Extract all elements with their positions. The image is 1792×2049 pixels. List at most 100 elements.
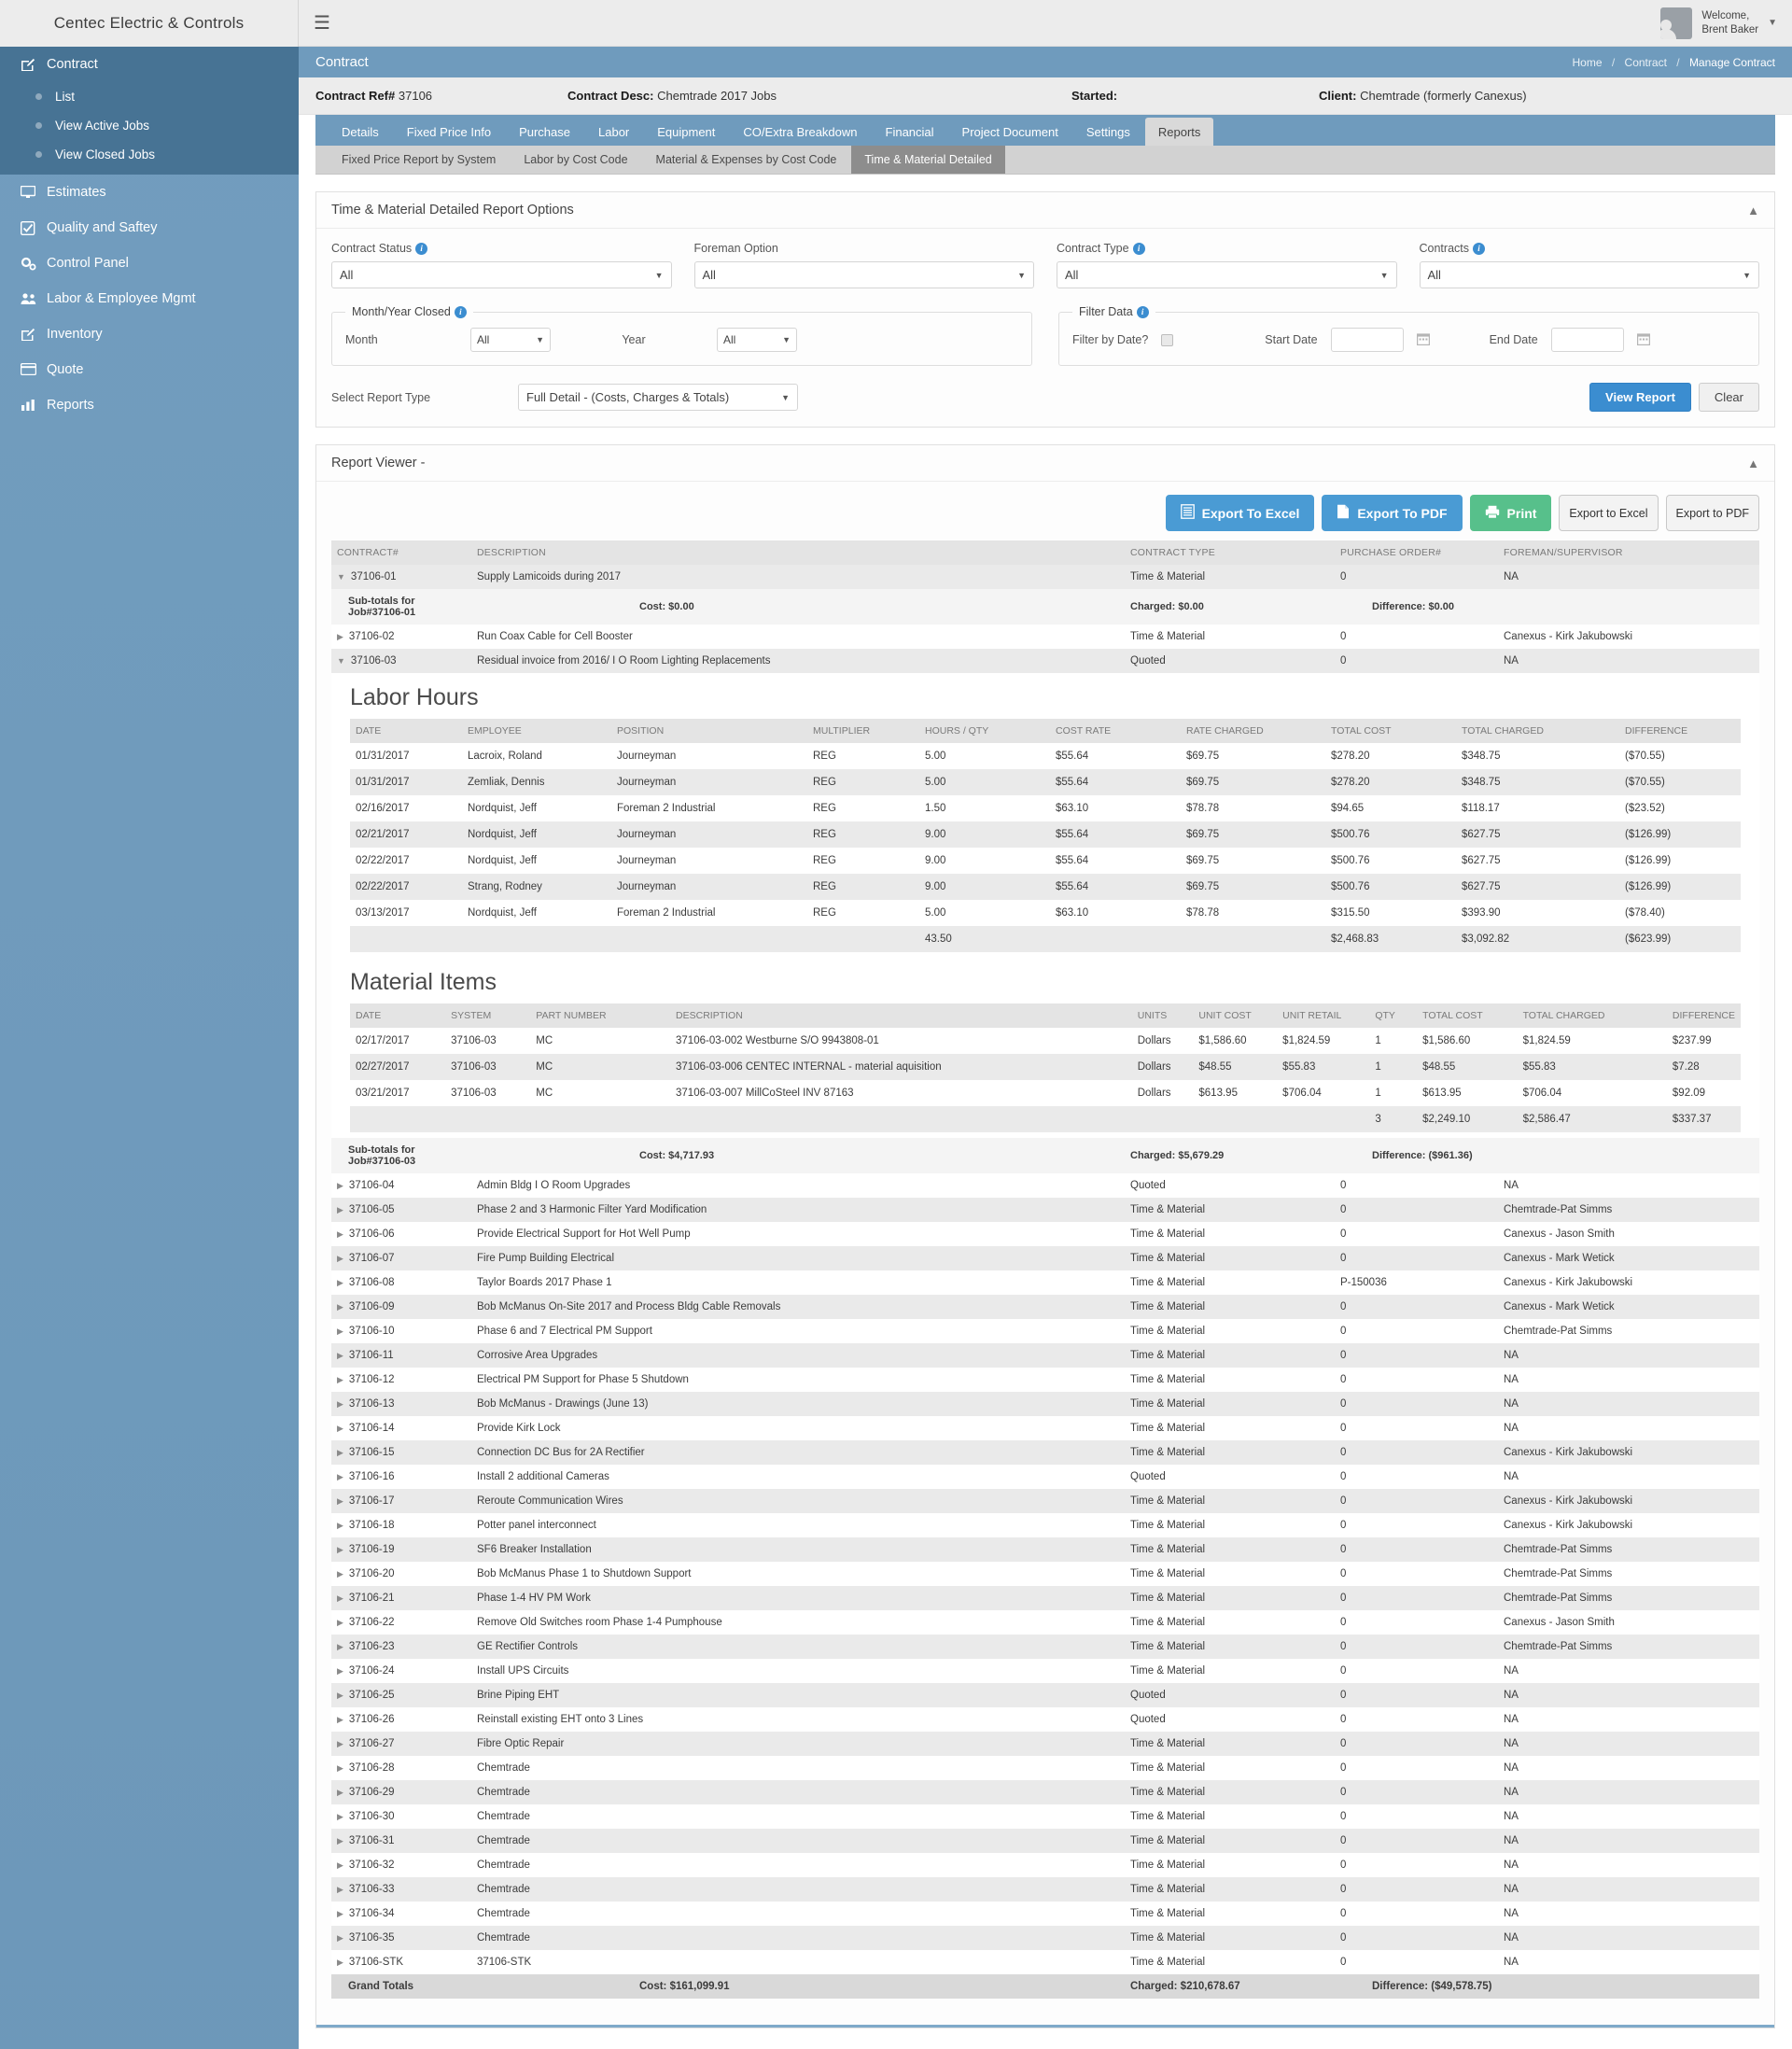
expander-right-icon[interactable]: ▶ (337, 1666, 343, 1676)
expander-right-icon[interactable]: ▶ (337, 1618, 343, 1627)
expander-right-icon[interactable]: ▶ (337, 1472, 343, 1481)
info-icon[interactable]: i (1132, 242, 1145, 255)
sidebar-item-reports[interactable]: Reports (0, 387, 299, 423)
expander-right-icon[interactable]: ▶ (337, 1763, 343, 1773)
table-row[interactable]: ▶ 37106-07 Fire Pump Building Electrical Ti… (331, 1246, 1759, 1270)
calendar-icon[interactable] (1636, 332, 1650, 348)
expander-right-icon[interactable]: ▶ (337, 1181, 343, 1190)
table-row[interactable]: ▶ 37106-15 Connection DC Bus for 2A Rectif… (331, 1440, 1759, 1465)
table-row[interactable]: ▶ 37106-25 Brine Piping EHT Quoted 0 NA (331, 1683, 1759, 1707)
table-row[interactable]: ▶ 37106-30 Chemtrade Time & Material 0 NA (331, 1804, 1759, 1829)
contract-status-select[interactable]: All ▼ (331, 261, 672, 288)
table-row[interactable]: ▶ 37106-19 SF6 Breaker Installation Time & … (331, 1537, 1759, 1562)
table-row[interactable]: ▼ 37106-03 Residual invoice from 2016/ I O… (331, 649, 1759, 673)
table-row[interactable]: ▶ 37106-18 Potter panel interconnect Time &… (331, 1513, 1759, 1537)
expander-right-icon[interactable]: ▶ (337, 1375, 343, 1384)
expander-right-icon[interactable]: ▶ (337, 1569, 343, 1579)
expander-right-icon[interactable]: ▶ (337, 1496, 343, 1506)
sidebar-item-inventory[interactable]: Inventory (0, 316, 299, 352)
info-icon[interactable]: i (1473, 242, 1485, 255)
expander-right-icon[interactable]: ▶ (337, 1424, 343, 1433)
foreman-option-select[interactable]: All ▼ (693, 261, 1034, 288)
user-menu[interactable]: Welcome, Brent Baker ▼ (1660, 7, 1792, 39)
expander-right-icon[interactable]: ▶ (337, 1715, 343, 1724)
table-row[interactable]: ▶ 37106-10 Phase 6 and 7 Electrical PM Sup… (331, 1319, 1759, 1343)
expander-right-icon[interactable]: ▶ (337, 1205, 343, 1214)
expander-right-icon[interactable]: ▶ (337, 1933, 343, 1943)
contracts-select[interactable]: All ▼ (1419, 261, 1759, 288)
sidebar-item-view-closed-jobs[interactable]: View Closed Jobs (0, 140, 299, 169)
expander-right-icon[interactable]: ▶ (337, 1278, 343, 1287)
subtab-material-expenses-by-cost-code[interactable]: Material & Expenses by Cost Code (643, 146, 850, 174)
table-row[interactable]: ▶ 37106-02 Run Coax Cable for Cell Booster… (331, 625, 1759, 649)
hamburger-icon[interactable]: ☰ (314, 14, 330, 33)
expander-right-icon[interactable]: ▶ (337, 1909, 343, 1918)
expander-right-icon[interactable]: ▶ (337, 1326, 343, 1336)
expander-down-icon[interactable]: ▼ (337, 572, 345, 582)
expander-right-icon[interactable]: ▶ (337, 632, 343, 641)
tab-financial[interactable]: Financial (873, 118, 947, 146)
tab-settings[interactable]: Settings (1073, 118, 1143, 146)
table-row[interactable]: ▶ 37106-27 Fibre Optic Repair Time & Materi… (331, 1732, 1759, 1756)
table-row[interactable]: ▶ 37106-08 Taylor Boards 2017 Phase 1 Time … (331, 1270, 1759, 1295)
sidebar-item-quote[interactable]: Quote (0, 352, 299, 387)
expander-right-icon[interactable]: ▶ (337, 1788, 343, 1797)
clear-button[interactable]: Clear (1698, 383, 1759, 412)
filter-by-date-checkbox[interactable] (1161, 333, 1174, 346)
info-icon[interactable]: i (454, 305, 467, 318)
calendar-icon[interactable] (1416, 332, 1430, 348)
sidebar-item-labor-employee-mgmt[interactable]: Labor & Employee Mgmt (0, 281, 299, 316)
table-row[interactable]: ▶ 37106-04 Admin Bldg I O Room Upgrades Quo… (331, 1173, 1759, 1198)
expander-right-icon[interactable]: ▶ (337, 1448, 343, 1457)
expander-right-icon[interactable]: ▶ (337, 1642, 343, 1651)
tab-details[interactable]: Details (329, 118, 392, 146)
tab-equipment[interactable]: Equipment (644, 118, 728, 146)
table-row[interactable]: ▶ 37106-24 Install UPS Circuits Time & Mate… (331, 1659, 1759, 1683)
collapse-chevron-up-icon[interactable]: ▲ (1747, 203, 1759, 218)
table-row[interactable]: ▶ 37106-17 Reroute Communication Wires Time… (331, 1489, 1759, 1513)
table-row[interactable]: ▶ 37106-28 Chemtrade Time & Material 0 NA (331, 1756, 1759, 1780)
tab-labor[interactable]: Labor (585, 118, 642, 146)
export-to-pdf-plain-button[interactable]: Export to PDF (1665, 495, 1759, 531)
expander-right-icon[interactable]: ▶ (337, 1521, 343, 1530)
export-to-pdf-button[interactable]: Export To PDF (1322, 495, 1463, 531)
sidebar-item-contract[interactable]: Contract (0, 47, 299, 82)
table-row[interactable]: ▶ 37106-STK 37106-STK Time & Material 0 NA (331, 1950, 1759, 1974)
tab-project-document[interactable]: Project Document (949, 118, 1071, 146)
table-row[interactable]: ▶ 37106-35 Chemtrade Time & Material 0 NA (331, 1926, 1759, 1950)
tab-purchase[interactable]: Purchase (506, 118, 583, 146)
month-select[interactable]: All ▼ (470, 328, 551, 352)
contract-type-select[interactable]: All ▼ (1057, 261, 1397, 288)
chevron-down-icon[interactable]: ▼ (1768, 18, 1777, 28)
tab-co-extra-breakdown[interactable]: CO/Extra Breakdown (730, 118, 870, 146)
expander-right-icon[interactable]: ▶ (337, 1254, 343, 1263)
expander-down-icon[interactable]: ▼ (337, 656, 345, 666)
expander-right-icon[interactable]: ▶ (337, 1351, 343, 1360)
expander-right-icon[interactable]: ▶ (337, 1593, 343, 1603)
tab-fixed-price-info[interactable]: Fixed Price Info (394, 118, 504, 146)
table-row[interactable]: ▶ 37106-09 Bob McManus On-Site 2017 and Pr… (331, 1295, 1759, 1319)
sidebar-item-view-active-jobs[interactable]: View Active Jobs (0, 111, 299, 140)
tab-reports[interactable]: Reports (1144, 118, 1214, 146)
table-row[interactable]: ▼ 37106-01 Supply Lamicoids during 2017 Tim… (331, 565, 1759, 589)
info-icon[interactable]: i (415, 242, 428, 255)
expander-right-icon[interactable]: ▶ (337, 1885, 343, 1894)
sidebar-item-quality-and-saftey[interactable]: Quality and Saftey (0, 210, 299, 246)
sidebar-item-list[interactable]: List (0, 82, 299, 111)
start-date-input[interactable] (1330, 328, 1404, 352)
report-type-select[interactable]: Full Detail - (Costs, Charges & Totals) … (518, 384, 798, 411)
expander-right-icon[interactable]: ▶ (337, 1836, 343, 1846)
subtab-labor-by-cost-code[interactable]: Labor by Cost Code (511, 146, 640, 174)
table-row[interactable]: ▶ 37106-32 Chemtrade Time & Material 0 NA (331, 1853, 1759, 1877)
table-row[interactable]: ▶ 37106-22 Remove Old Switches room Phase … (331, 1610, 1759, 1635)
info-icon[interactable]: i (1136, 305, 1149, 318)
sidebar-item-estimates[interactable]: Estimates (0, 175, 299, 210)
table-row[interactable]: ▶ 37106-31 Chemtrade Time & Material 0 NA (331, 1829, 1759, 1853)
expander-right-icon[interactable]: ▶ (337, 1812, 343, 1821)
table-row[interactable]: ▶ 37106-06 Provide Electrical Support for … (331, 1222, 1759, 1246)
expander-right-icon[interactable]: ▶ (337, 1691, 343, 1700)
table-row[interactable]: ▶ 37106-20 Bob McManus Phase 1 to Shutdown… (331, 1562, 1759, 1586)
end-date-input[interactable] (1550, 328, 1624, 352)
export-to-excel-button[interactable]: Export To Excel (1165, 495, 1315, 531)
table-row[interactable]: ▶ 37106-13 Bob McManus - Drawings (June 13… (331, 1392, 1759, 1416)
